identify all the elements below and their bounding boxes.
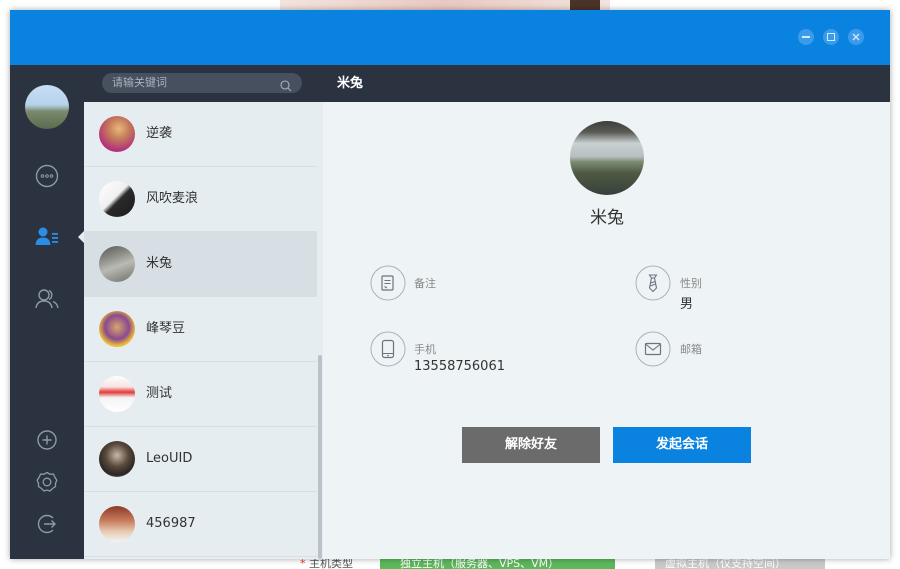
contact-panel: 逆袭 风吹麦浪 米兔 峰琴豆 测试 LeoUID	[84, 65, 323, 559]
contact-avatar	[99, 116, 135, 152]
contact-item[interactable]: 逆袭	[84, 102, 317, 167]
bg-option-virtual: 虚拟主机（仅支持空间）	[655, 559, 825, 569]
chat-icon[interactable]	[34, 163, 60, 189]
remark-label: 备注	[414, 277, 436, 290]
logout-icon[interactable]	[34, 511, 60, 537]
contact-name: LeoUID	[146, 451, 193, 466]
phone-icon	[370, 331, 406, 367]
gender-value: 男	[680, 297, 694, 312]
search-input[interactable]	[102, 73, 302, 93]
desktop-bottom-strip: * 主机类型 独立主机（服务器、VPS、VM） 虚拟主机（仅支持空间）	[0, 559, 900, 569]
contact-item[interactable]: 峰琴豆	[84, 297, 317, 362]
groups-icon[interactable]	[34, 286, 60, 312]
desktop-background-image-dark	[570, 0, 600, 10]
title-bar[interactable]	[10, 10, 890, 65]
contact-name: 风吹麦浪	[146, 191, 199, 206]
contact-item[interactable]: 456987	[84, 492, 317, 557]
contact-name: 测试	[146, 386, 173, 401]
mail-icon	[635, 331, 671, 367]
tie-icon	[635, 265, 671, 301]
maximize-icon[interactable]	[823, 29, 839, 45]
phone-value: 13558756061	[414, 359, 505, 374]
detail-title: 米兔	[337, 76, 364, 91]
contact-name: 逆袭	[146, 126, 173, 141]
profile-avatar	[570, 121, 644, 195]
contact-name: 峰琴豆	[146, 321, 186, 336]
remove-friend-button[interactable]: 解除好友	[462, 427, 600, 463]
contact-name: 456987	[146, 516, 196, 531]
contact-avatar	[99, 311, 135, 347]
contact-item[interactable]: 风吹麦浪	[84, 167, 317, 232]
scrollbar-thumb[interactable]	[318, 355, 322, 559]
contact-avatar	[99, 506, 135, 542]
desktop-background-image	[280, 0, 610, 10]
contact-avatar	[99, 181, 135, 217]
bg-option-dedicated: 独立主机（服务器、VPS、VM）	[380, 559, 615, 569]
contact-avatar	[99, 246, 135, 282]
contact-avatar	[99, 376, 135, 412]
contacts-icon[interactable]	[34, 224, 60, 250]
contact-item[interactable]: 测试	[84, 362, 317, 427]
gender-label: 性别	[680, 277, 702, 290]
phone-label: 手机	[414, 343, 436, 356]
start-chat-button[interactable]: 发起会话	[613, 427, 751, 463]
search-bar	[84, 65, 323, 102]
note-icon	[370, 265, 406, 301]
contact-detail: 米兔 米兔 备注 性别 男 手机 13558756061 邮箱 解除好友 发起会…	[323, 65, 890, 559]
contact-name: 米兔	[146, 256, 173, 271]
contact-item[interactable]: 米兔	[84, 232, 317, 297]
detail-header: 米兔	[323, 65, 890, 102]
minimize-icon[interactable]	[798, 29, 814, 45]
app-window: 逆袭 风吹麦浪 米兔 峰琴豆 测试 LeoUID	[10, 10, 890, 559]
search-icon[interactable]	[280, 77, 292, 92]
bg-label: * 主机类型	[300, 559, 353, 569]
email-label: 邮箱	[680, 343, 702, 356]
contact-list: 逆袭 风吹麦浪 米兔 峰琴豆 测试 LeoUID 456987	[84, 102, 317, 557]
left-nav	[10, 65, 84, 559]
contact-item[interactable]: LeoUID	[84, 427, 317, 492]
contact-avatar	[99, 441, 135, 477]
settings-icon[interactable]	[34, 469, 60, 495]
add-icon[interactable]	[34, 427, 60, 453]
my-avatar[interactable]	[25, 85, 69, 129]
profile-name: 米兔	[590, 208, 624, 228]
close-icon[interactable]	[848, 29, 864, 45]
